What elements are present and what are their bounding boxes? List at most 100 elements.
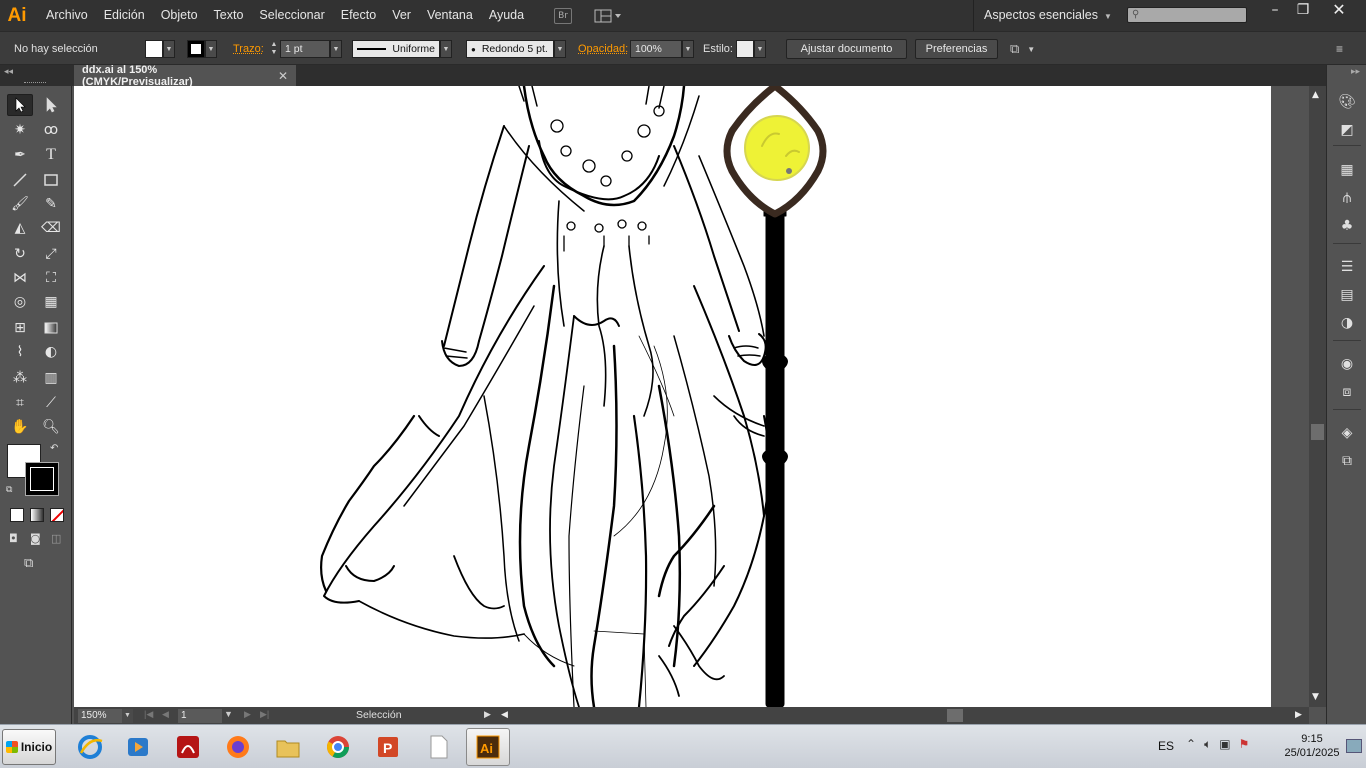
appearance-panel-icon[interactable]: ◉ (1337, 355, 1357, 373)
stroke-label[interactable]: Trazo: (233, 32, 264, 66)
lasso-tool-icon[interactable]: ꝏ (38, 119, 64, 141)
direct-selection-tool-icon[interactable] (38, 94, 64, 116)
expand-panels-icon[interactable]: ▸▸ (1351, 67, 1360, 77)
pencil-tool-icon[interactable]: ✎ (38, 193, 64, 215)
style-swatch[interactable] (736, 40, 754, 58)
color-panel-icon[interactable]: 🎨︎ (1337, 93, 1357, 111)
show-desktop-button[interactable] (1346, 739, 1362, 753)
symbol-sprayer-tool-icon[interactable]: ⁂ (7, 367, 33, 389)
style-swatch-control[interactable]: ▼ (736, 32, 766, 66)
swatches-panel-icon[interactable]: ▦ (1337, 161, 1357, 179)
chevron-down-icon[interactable]: ▼ (754, 40, 766, 58)
chevron-down-icon[interactable]: ▼ (330, 40, 342, 58)
brush-dropdown[interactable]: ● Redondo 5 pt. ▼ (466, 32, 566, 66)
toolbox-grip[interactable] (24, 82, 46, 84)
vertical-scroll-thumb[interactable] (1311, 424, 1324, 440)
internet-explorer-icon[interactable] (68, 728, 112, 766)
menu-edicion[interactable]: Edición (96, 0, 153, 31)
restore-button[interactable]: ❐ (1288, 0, 1318, 22)
menu-ventana[interactable]: Ventana (419, 0, 481, 31)
perspective-grid-tool-icon[interactable]: ▦ (38, 291, 64, 313)
workspace-switcher[interactable]: Aspectos esenciales ▼ (973, 0, 1117, 31)
action-center-icon[interactable]: ⚑ (1239, 737, 1250, 752)
menu-objeto[interactable]: Objeto (153, 0, 206, 31)
firefox-icon[interactable] (216, 728, 260, 766)
arrange-panel-icon[interactable]: ⧉ ▼ (1010, 32, 1035, 66)
arrange-documents-icon[interactable] (594, 8, 622, 24)
rectangle-tool-icon[interactable] (38, 169, 64, 191)
paintbrush-tool-icon[interactable]: 🖌 (7, 193, 33, 215)
opacity-field[interactable]: 100% (630, 40, 682, 58)
stroke-panel-icon[interactable]: ☰ (1337, 258, 1357, 276)
horizontal-scroll-thumb[interactable] (947, 709, 963, 722)
panel-menu-icon[interactable]: ≡ (1336, 32, 1343, 66)
artboard-number-field[interactable]: 1 (178, 709, 222, 723)
scroll-right-icon[interactable]: ▶ (1295, 709, 1302, 720)
color-mode-icon[interactable] (10, 508, 24, 522)
stroke-weight-stepper[interactable]: ▲ ▼ 1 pt ▼ (268, 32, 342, 66)
width-tool-icon[interactable]: ⋈ (7, 267, 33, 289)
draw-behind-icon[interactable]: ◙ (30, 532, 46, 546)
chevron-down-icon[interactable]: ▼ (224, 709, 233, 719)
opacity-label[interactable]: Opacidad: (578, 32, 628, 66)
menu-efecto[interactable]: Efecto (333, 0, 384, 31)
scroll-down-icon[interactable]: ▼ (1312, 692, 1319, 702)
fit-document-button[interactable]: Ajustar documento (786, 39, 907, 59)
help-search-input[interactable]: ⚲ (1127, 7, 1247, 23)
eyedropper-tool-icon[interactable]: ⌇ (7, 341, 33, 363)
chevron-down-icon[interactable]: ▼ (682, 40, 694, 58)
default-colors-icon[interactable]: ⧉ (6, 485, 12, 495)
blend-tool-icon[interactable]: ◐ (38, 341, 64, 363)
screen-mode-icon[interactable]: ⧉ (24, 556, 46, 572)
column-graph-tool-icon[interactable]: ▥ (38, 367, 64, 389)
pen-tool-icon[interactable]: ✒ (7, 144, 33, 166)
preferences-button[interactable]: Preferencias (915, 39, 998, 59)
media-player-icon[interactable] (116, 728, 160, 766)
draw-normal-icon[interactable]: ◘ (9, 532, 25, 546)
slice-tool-icon[interactable]: ⟋ (38, 392, 64, 414)
transparency-panel-icon[interactable]: ◑ (1337, 314, 1357, 332)
shape-builder-tool-icon[interactable]: ◎ (7, 291, 33, 313)
zoom-field[interactable]: 150% (78, 709, 122, 723)
chevron-down-icon[interactable]: ▼ (440, 40, 452, 58)
zoom-tool-icon[interactable]: 🔍︎ (38, 416, 64, 438)
last-artboard-icon[interactable]: ▶| (260, 709, 269, 720)
brushes-panel-icon[interactable]: ⫛ (1337, 189, 1357, 207)
chrome-icon[interactable] (316, 728, 360, 766)
minimize-button[interactable]: – (1260, 0, 1290, 22)
gradient-mode-icon[interactable] (30, 508, 44, 522)
prev-artboard-icon[interactable]: ◀ (162, 709, 169, 720)
artboard[interactable] (74, 86, 1271, 707)
chevron-down-icon[interactable]: ▼ (163, 40, 175, 58)
volume-icon[interactable]: 🔈︎ (1204, 737, 1211, 752)
swap-colors-icon[interactable]: ↶ (50, 443, 58, 454)
type-tool-icon[interactable]: T (38, 144, 64, 166)
language-indicator[interactable]: ES (1158, 739, 1174, 753)
next-artboard-icon[interactable]: ▶ (244, 709, 251, 720)
start-button[interactable]: Inicio (2, 729, 56, 765)
stroke-profile-dropdown[interactable]: Uniforme ▼ (352, 32, 452, 66)
chevron-down-icon[interactable]: ▼ (205, 40, 217, 58)
powerpoint-icon[interactable]: P (366, 728, 410, 766)
opacity-dropdown[interactable]: 100% ▼ (630, 32, 694, 66)
graphic-styles-panel-icon[interactable]: ⧈ (1337, 383, 1357, 401)
selection-tool-icon[interactable] (7, 94, 33, 116)
stroke-swatch[interactable] (187, 40, 205, 58)
rotate-tool-icon[interactable]: ↻ (7, 243, 33, 265)
close-button[interactable]: ✕ (1324, 0, 1354, 22)
network-icon[interactable]: ▣ (1219, 737, 1230, 752)
eraser-tool-icon[interactable]: ⌫ (38, 217, 64, 239)
gradient-panel-icon[interactable]: ▤ (1337, 286, 1357, 304)
menu-seleccionar[interactable]: Seleccionar (251, 0, 332, 31)
chevron-down-icon[interactable]: ▼ (554, 40, 566, 58)
bridge-button[interactable]: Br (554, 7, 573, 24)
mesh-tool-icon[interactable]: ⊞ (7, 317, 33, 339)
symbols-panel-icon[interactable]: ♣ (1337, 217, 1357, 235)
hand-tool-icon[interactable]: ✋ (7, 416, 33, 438)
magic-wand-tool-icon[interactable]: ✷ (7, 119, 33, 141)
file-explorer-icon[interactable] (266, 728, 310, 766)
vertical-scrollbar[interactable]: ▲ ▼ (1309, 86, 1326, 707)
artboard-tool-icon[interactable]: ⌗ (7, 392, 33, 414)
current-tool-status[interactable]: Selección (356, 709, 402, 721)
free-transform-tool-icon[interactable]: ⛶ (38, 267, 64, 289)
